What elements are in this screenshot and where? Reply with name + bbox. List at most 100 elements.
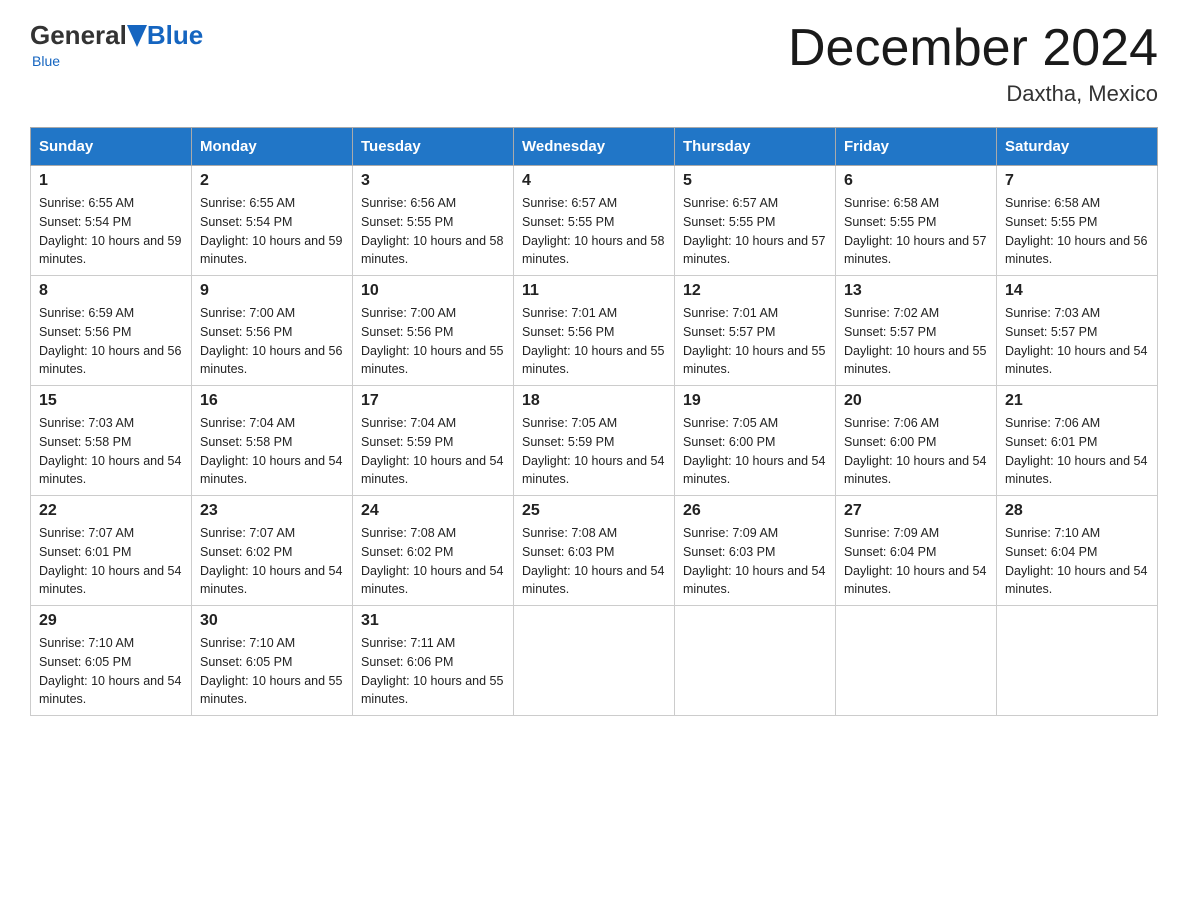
- day-number: 14: [1005, 282, 1149, 300]
- day-number: 1: [39, 172, 183, 190]
- day-number: 28: [1005, 502, 1149, 520]
- day-cell-17: 17 Sunrise: 7:04 AMSunset: 5:59 PMDayligh…: [353, 386, 514, 496]
- day-info: Sunrise: 7:09 AMSunset: 6:03 PMDaylight:…: [683, 524, 827, 599]
- day-cell-3: 3 Sunrise: 6:56 AMSunset: 5:55 PMDaylight…: [353, 166, 514, 276]
- day-number: 13: [844, 282, 988, 300]
- day-cell-10: 10 Sunrise: 7:00 AMSunset: 5:56 PMDayligh…: [353, 276, 514, 386]
- day-cell-12: 12 Sunrise: 7:01 AMSunset: 5:57 PMDayligh…: [675, 276, 836, 386]
- title-area: December 2024 Daxtha, Mexico: [788, 20, 1158, 107]
- logo-underline: Blue: [32, 53, 203, 69]
- day-info: Sunrise: 6:56 AMSunset: 5:55 PMDaylight:…: [361, 194, 505, 269]
- day-number: 20: [844, 392, 988, 410]
- day-info: Sunrise: 6:57 AMSunset: 5:55 PMDaylight:…: [522, 194, 666, 269]
- day-number: 31: [361, 612, 505, 630]
- day-info: Sunrise: 7:10 AMSunset: 6:05 PMDaylight:…: [200, 634, 344, 709]
- day-info: Sunrise: 7:11 AMSunset: 6:06 PMDaylight:…: [361, 634, 505, 709]
- day-number: 15: [39, 392, 183, 410]
- day-number: 19: [683, 392, 827, 410]
- calendar-table: Sunday Monday Tuesday Wednesday Thursday…: [30, 127, 1158, 716]
- day-cell-25: 25 Sunrise: 7:08 AMSunset: 6:03 PMDayligh…: [514, 496, 675, 606]
- day-cell-4: 4Sunrise: 6:57 AMSunset: 5:55 PMDaylight…: [514, 166, 675, 276]
- day-cell-30: 30 Sunrise: 7:10 AMSunset: 6:05 PMDayligh…: [192, 606, 353, 716]
- header-sunday: Sunday: [31, 128, 192, 166]
- day-cell-22: 22Sunrise: 7:07 AMSunset: 6:01 PMDayligh…: [31, 496, 192, 606]
- day-cell-7: 7 Sunrise: 6:58 AMSunset: 5:55 PMDaylight…: [997, 166, 1158, 276]
- day-cell-11: 11 Sunrise: 7:01 AMSunset: 5:56 PMDayligh…: [514, 276, 675, 386]
- day-cell-27: 27Sunrise: 7:09 AMSunset: 6:04 PMDayligh…: [836, 496, 997, 606]
- day-number: 21: [1005, 392, 1149, 410]
- day-cell-16: 16Sunrise: 7:04 AMSunset: 5:58 PMDayligh…: [192, 386, 353, 496]
- week-row-5: 29 Sunrise: 7:10 AMSunset: 6:05 PMDayligh…: [31, 606, 1158, 716]
- day-cell-15: 15Sunrise: 7:03 AMSunset: 5:58 PMDayligh…: [31, 386, 192, 496]
- day-cell-20: 20 Sunrise: 7:06 AMSunset: 6:00 PMDayligh…: [836, 386, 997, 496]
- day-info: Sunrise: 7:03 AMSunset: 5:57 PMDaylight:…: [1005, 304, 1149, 379]
- day-info: Sunrise: 6:58 AMSunset: 5:55 PMDaylight:…: [844, 194, 988, 269]
- day-info: Sunrise: 6:59 AMSunset: 5:56 PMDaylight:…: [39, 304, 183, 379]
- header-tuesday: Tuesday: [353, 128, 514, 166]
- header-wednesday: Wednesday: [514, 128, 675, 166]
- day-number: 6: [844, 172, 988, 190]
- page-header: General Blue Blue December 2024 Daxtha, …: [30, 20, 1158, 107]
- day-info: Sunrise: 7:00 AMSunset: 5:56 PMDaylight:…: [200, 304, 344, 379]
- day-info: Sunrise: 6:55 AMSunset: 5:54 PMDaylight:…: [39, 194, 183, 269]
- day-info: Sunrise: 7:10 AMSunset: 6:05 PMDaylight:…: [39, 634, 183, 709]
- day-number: 12: [683, 282, 827, 300]
- day-number: 17: [361, 392, 505, 410]
- day-info: Sunrise: 7:07 AMSunset: 6:02 PMDaylight:…: [200, 524, 344, 599]
- day-info: Sunrise: 7:05 AMSunset: 5:59 PMDaylight:…: [522, 414, 666, 489]
- header-saturday: Saturday: [997, 128, 1158, 166]
- week-row-3: 15Sunrise: 7:03 AMSunset: 5:58 PMDayligh…: [31, 386, 1158, 496]
- header-thursday: Thursday: [675, 128, 836, 166]
- day-info: Sunrise: 6:55 AMSunset: 5:54 PMDaylight:…: [200, 194, 344, 269]
- day-number: 18: [522, 392, 666, 410]
- day-cell-2: 2Sunrise: 6:55 AMSunset: 5:54 PMDaylight…: [192, 166, 353, 276]
- week-row-1: 1 Sunrise: 6:55 AMSunset: 5:54 PMDaylight…: [31, 166, 1158, 276]
- day-number: 3: [361, 172, 505, 190]
- logo-triangle-icon: [127, 25, 147, 47]
- day-cell-26: 26 Sunrise: 7:09 AMSunset: 6:03 PMDayligh…: [675, 496, 836, 606]
- week-row-2: 8 Sunrise: 6:59 AMSunset: 5:56 PMDaylight…: [31, 276, 1158, 386]
- empty-cell: [997, 606, 1158, 716]
- day-info: Sunrise: 6:58 AMSunset: 5:55 PMDaylight:…: [1005, 194, 1149, 269]
- day-info: Sunrise: 7:07 AMSunset: 6:01 PMDaylight:…: [39, 524, 183, 599]
- logo-blue-text: Blue: [147, 20, 203, 51]
- day-number: 16: [200, 392, 344, 410]
- day-info: Sunrise: 7:02 AMSunset: 5:57 PMDaylight:…: [844, 304, 988, 379]
- day-number: 7: [1005, 172, 1149, 190]
- day-info: Sunrise: 7:01 AMSunset: 5:56 PMDaylight:…: [522, 304, 666, 379]
- logo-general-text: General: [30, 20, 127, 51]
- day-info: Sunrise: 7:08 AMSunset: 6:02 PMDaylight:…: [361, 524, 505, 599]
- day-number: 10: [361, 282, 505, 300]
- day-cell-9: 9Sunrise: 7:00 AMSunset: 5:56 PMDaylight…: [192, 276, 353, 386]
- day-number: 25: [522, 502, 666, 520]
- day-cell-19: 19 Sunrise: 7:05 AMSunset: 6:00 PMDayligh…: [675, 386, 836, 496]
- day-cell-29: 29 Sunrise: 7:10 AMSunset: 6:05 PMDayligh…: [31, 606, 192, 716]
- day-cell-18: 18 Sunrise: 7:05 AMSunset: 5:59 PMDayligh…: [514, 386, 675, 496]
- header-monday: Monday: [192, 128, 353, 166]
- day-number: 30: [200, 612, 344, 630]
- logo: General Blue Blue: [30, 20, 203, 69]
- day-number: 26: [683, 502, 827, 520]
- day-info: Sunrise: 7:06 AMSunset: 6:01 PMDaylight:…: [1005, 414, 1149, 489]
- weekday-header-row: Sunday Monday Tuesday Wednesday Thursday…: [31, 128, 1158, 166]
- month-title: December 2024: [788, 20, 1158, 77]
- day-info: Sunrise: 7:06 AMSunset: 6:00 PMDaylight:…: [844, 414, 988, 489]
- day-number: 11: [522, 282, 666, 300]
- day-number: 8: [39, 282, 183, 300]
- empty-cell: [675, 606, 836, 716]
- day-info: Sunrise: 7:01 AMSunset: 5:57 PMDaylight:…: [683, 304, 827, 379]
- day-info: Sunrise: 7:09 AMSunset: 6:04 PMDaylight:…: [844, 524, 988, 599]
- day-cell-13: 13 Sunrise: 7:02 AMSunset: 5:57 PMDayligh…: [836, 276, 997, 386]
- day-number: 29: [39, 612, 183, 630]
- day-info: Sunrise: 7:00 AMSunset: 5:56 PMDaylight:…: [361, 304, 505, 379]
- day-info: Sunrise: 7:05 AMSunset: 6:00 PMDaylight:…: [683, 414, 827, 489]
- day-cell-14: 14 Sunrise: 7:03 AMSunset: 5:57 PMDayligh…: [997, 276, 1158, 386]
- day-cell-24: 24Sunrise: 7:08 AMSunset: 6:02 PMDayligh…: [353, 496, 514, 606]
- day-info: Sunrise: 7:08 AMSunset: 6:03 PMDaylight:…: [522, 524, 666, 599]
- week-row-4: 22Sunrise: 7:07 AMSunset: 6:01 PMDayligh…: [31, 496, 1158, 606]
- header-friday: Friday: [836, 128, 997, 166]
- day-info: Sunrise: 6:57 AMSunset: 5:55 PMDaylight:…: [683, 194, 827, 269]
- day-number: 5: [683, 172, 827, 190]
- day-cell-8: 8 Sunrise: 6:59 AMSunset: 5:56 PMDaylight…: [31, 276, 192, 386]
- day-info: Sunrise: 7:04 AMSunset: 5:59 PMDaylight:…: [361, 414, 505, 489]
